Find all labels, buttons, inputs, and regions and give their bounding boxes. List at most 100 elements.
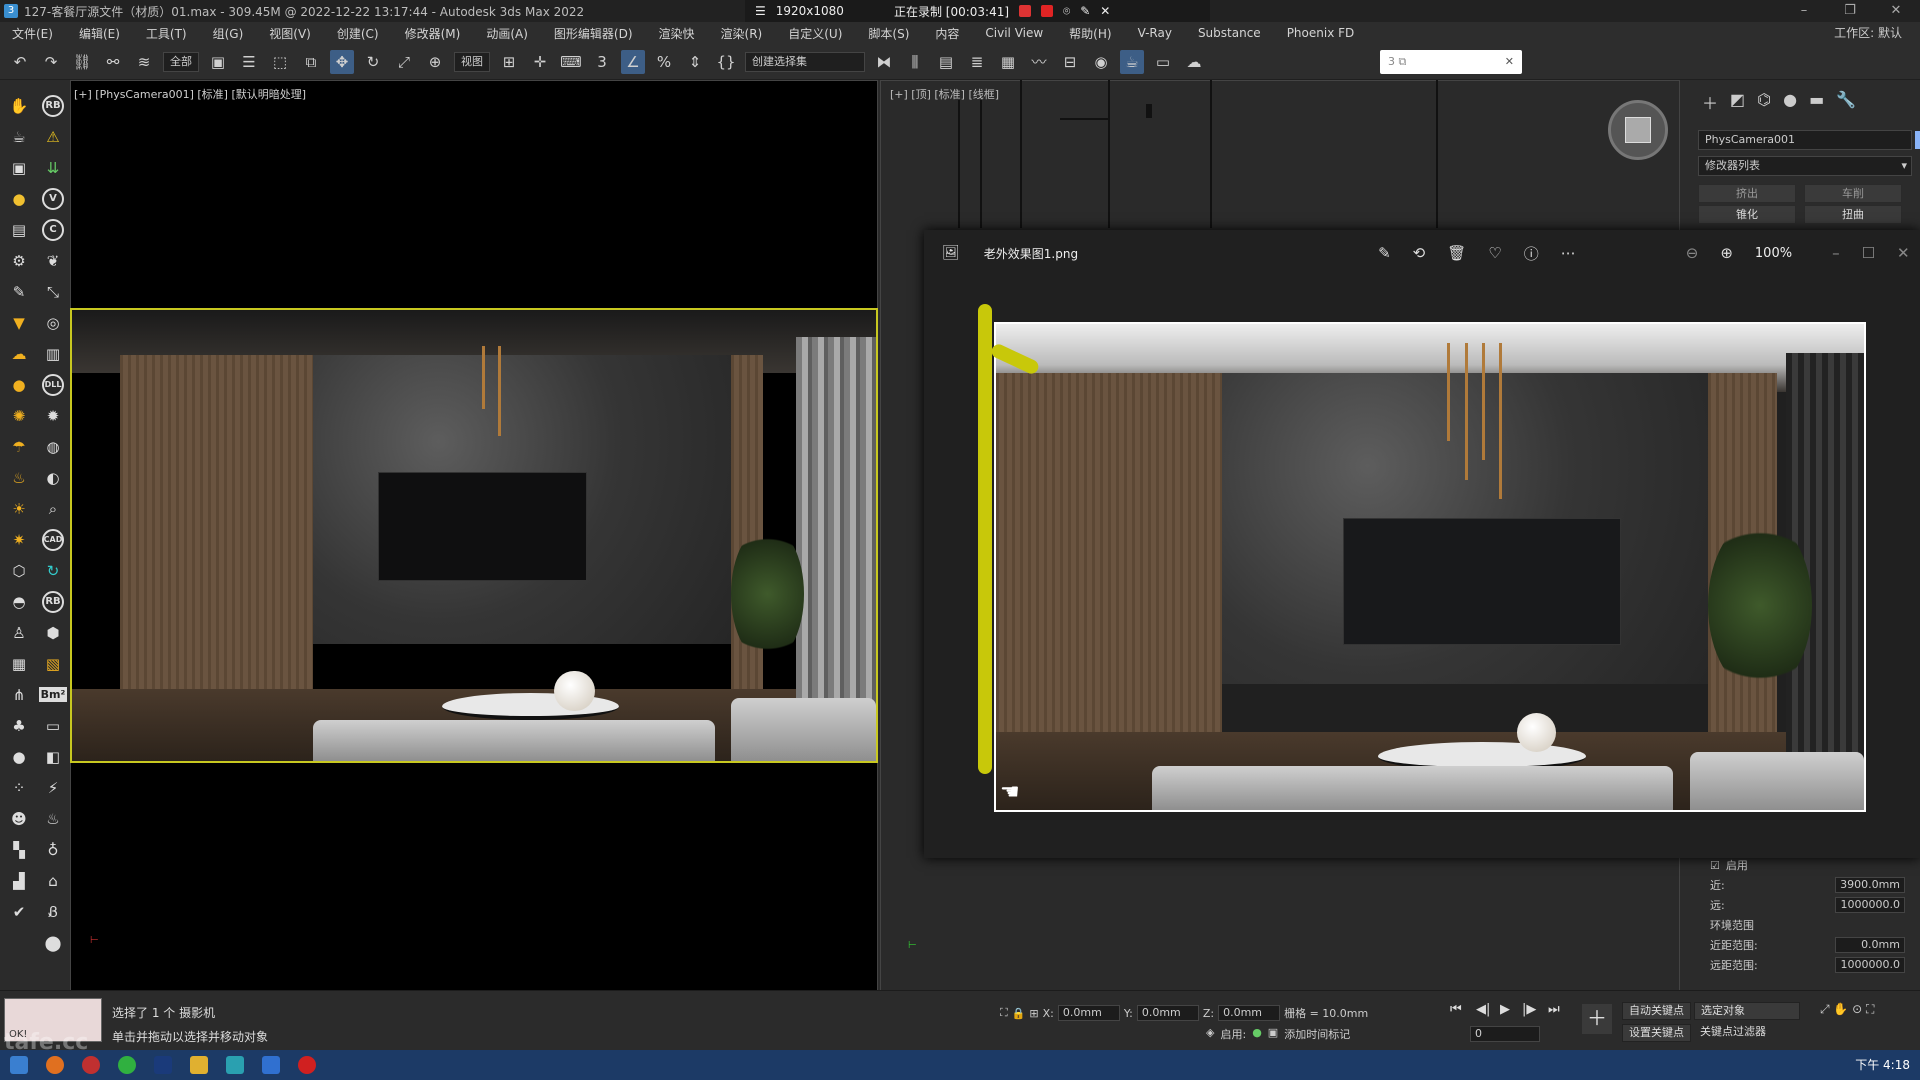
scene-explorer-icon[interactable]: ▤: [934, 50, 958, 74]
wechat-icon[interactable]: [118, 1056, 136, 1074]
taper-button[interactable]: 锥化: [1698, 205, 1796, 224]
y-coord-input[interactable]: 0.0mm: [1136, 1005, 1199, 1021]
paint-icon[interactable]: ✎: [3, 276, 35, 307]
layer-explorer-icon[interactable]: ≣: [965, 50, 989, 74]
display-tab-icon[interactable]: ▬: [1809, 90, 1824, 114]
render-setup-icon[interactable]: ☕: [1120, 49, 1144, 74]
ribbon-icon[interactable]: ▦: [996, 50, 1020, 74]
percent-snap-icon[interactable]: %: [652, 50, 676, 74]
b-icon[interactable]: Ᏸ: [37, 896, 69, 927]
workspace-selector[interactable]: 工作区: 默认: [1834, 22, 1902, 44]
cad-icon[interactable]: CAD: [37, 524, 69, 555]
bind-space-warp-icon[interactable]: ≋: [132, 50, 156, 74]
add-time-tag[interactable]: 添加时间标记: [1284, 1026, 1350, 1042]
pen-icon[interactable]: ✎: [1080, 4, 1090, 18]
object-name-field[interactable]: PhysCamera001: [1698, 130, 1920, 150]
env-near-input[interactable]: 0.0mm: [1835, 937, 1905, 953]
edit-named-sel-icon[interactable]: {}: [714, 50, 738, 74]
chart-icon[interactable]: ▟: [3, 865, 35, 896]
menu-modifiers[interactable]: 修改器(M): [405, 25, 461, 42]
box-icon[interactable]: ⬡: [3, 555, 35, 586]
teapot-icon[interactable]: ☕: [3, 121, 35, 152]
delete-icon[interactable]: 🗑: [1447, 244, 1466, 262]
stack-icon[interactable]: ▚: [3, 834, 35, 865]
render-tool-icon[interactable]: ▤: [3, 214, 35, 245]
absolute-mode-icon[interactable]: ⊞: [1029, 1007, 1038, 1020]
align-icon[interactable]: ⫼: [903, 50, 927, 74]
schematic-view-icon[interactable]: ⊟: [1058, 50, 1082, 74]
close-recording-icon[interactable]: ✕: [1100, 4, 1110, 18]
pivot-icon[interactable]: ⊞: [497, 50, 521, 74]
stop-icon[interactable]: [1041, 5, 1054, 17]
menu-content[interactable]: 内容: [935, 25, 959, 42]
menu-animation[interactable]: 动画(A): [486, 25, 528, 42]
rect-selection-icon[interactable]: ⬚: [268, 50, 292, 74]
menu-customize[interactable]: 自定义(U): [788, 25, 842, 42]
reference-coord-dropdown[interactable]: 视图: [454, 51, 490, 72]
dots-icon[interactable]: ⁘: [3, 772, 35, 803]
figure-icon[interactable]: ♙: [3, 617, 35, 648]
lathe-button[interactable]: 车削: [1804, 184, 1902, 203]
named-selection-dropdown[interactable]: 创建选择集: [745, 51, 865, 72]
select-object-icon[interactable]: ▣: [206, 50, 230, 74]
zoom-level[interactable]: 100%: [1755, 246, 1792, 261]
menu-edit[interactable]: 编辑(E): [79, 25, 120, 42]
rb2-icon[interactable]: RB: [37, 586, 69, 617]
explorer-icon[interactable]: [190, 1056, 208, 1074]
photos-taskbar-icon[interactable]: [262, 1056, 280, 1074]
warning-icon[interactable]: ⚠: [37, 121, 69, 152]
bubble-icon[interactable]: ◍: [37, 431, 69, 462]
menu-graph-editors[interactable]: 图形编辑器(D): [554, 25, 633, 42]
object-color-swatch[interactable]: [1915, 131, 1920, 149]
mirror-icon[interactable]: ⧓: [872, 50, 896, 74]
render-frame-icon[interactable]: ▭: [1151, 50, 1175, 74]
hexagon-icon[interactable]: ⬢: [37, 617, 69, 648]
bm-icon[interactable]: Bm²: [37, 679, 69, 710]
menu-vray[interactable]: V-Ray: [1138, 26, 1172, 40]
unlink-icon[interactable]: ⚯: [101, 50, 125, 74]
floating-search-box[interactable]: 3 ⧉ ✕: [1380, 50, 1522, 74]
menu-create[interactable]: 创建(C): [337, 25, 379, 42]
copy-icon[interactable]: C: [37, 214, 69, 245]
lamp-icon[interactable]: ☂: [3, 431, 35, 462]
x-coord-input[interactable]: 0.0mm: [1057, 1005, 1120, 1021]
hand-icon[interactable]: ✋: [3, 90, 35, 121]
current-frame-input[interactable]: 0: [1470, 1026, 1540, 1042]
browser-icon[interactable]: [46, 1056, 64, 1074]
key-filters-button[interactable]: 关键点过滤器: [1694, 1024, 1800, 1042]
next-frame-icon[interactable]: |▶: [1522, 1002, 1536, 1017]
menu-help[interactable]: 帮助(H): [1069, 25, 1111, 42]
motion-tab-icon[interactable]: ●: [1783, 90, 1797, 114]
info-icon[interactable]: ⓘ: [1524, 243, 1539, 264]
menu-icon[interactable]: ☰: [755, 4, 766, 18]
viewer-maximize-icon[interactable]: ☐: [1862, 244, 1875, 262]
cloud-icon[interactable]: ☁: [3, 338, 35, 369]
set-key-button[interactable]: 设置关键点: [1622, 1024, 1691, 1042]
adaptive-degrade-icon[interactable]: ◈: [1206, 1026, 1214, 1042]
snap-3d-icon[interactable]: 3: [590, 50, 614, 74]
selected-object-dropdown[interactable]: 选定对象: [1694, 1002, 1800, 1020]
menu-group[interactable]: 组(G): [213, 25, 244, 42]
ball-icon[interactable]: ●: [3, 741, 35, 772]
minimize-icon[interactable]: –: [1784, 0, 1824, 22]
link-icon[interactable]: ⛓: [70, 50, 94, 74]
vray-icon[interactable]: V: [37, 183, 69, 214]
resize-icon[interactable]: ⤡: [37, 276, 69, 307]
menu-substance[interactable]: Substance: [1198, 26, 1261, 40]
z-coord-input[interactable]: 0.0mm: [1218, 1005, 1281, 1021]
edit-image-icon[interactable]: ✎: [1378, 244, 1391, 262]
play-icon[interactable]: ▶: [1500, 1002, 1510, 1017]
favorite-icon[interactable]: ♡: [1488, 244, 1501, 262]
place-icon[interactable]: ⊕: [423, 50, 447, 74]
script-icon[interactable]: ⚡: [37, 772, 69, 803]
face-icon[interactable]: ☻: [3, 803, 35, 834]
recorder-taskbar-icon[interactable]: [298, 1056, 316, 1074]
undo-icon[interactable]: ↶: [8, 50, 32, 74]
start-icon[interactable]: [10, 1056, 28, 1074]
redo-icon[interactable]: ↷: [39, 50, 63, 74]
square-icon[interactable]: ◧: [37, 741, 69, 772]
viewer-image[interactable]: [994, 322, 1866, 812]
scale-icon[interactable]: ⤢: [392, 50, 416, 74]
layout-icon[interactable]: ▧: [37, 648, 69, 679]
rotate-icon[interactable]: ↻: [361, 50, 385, 74]
